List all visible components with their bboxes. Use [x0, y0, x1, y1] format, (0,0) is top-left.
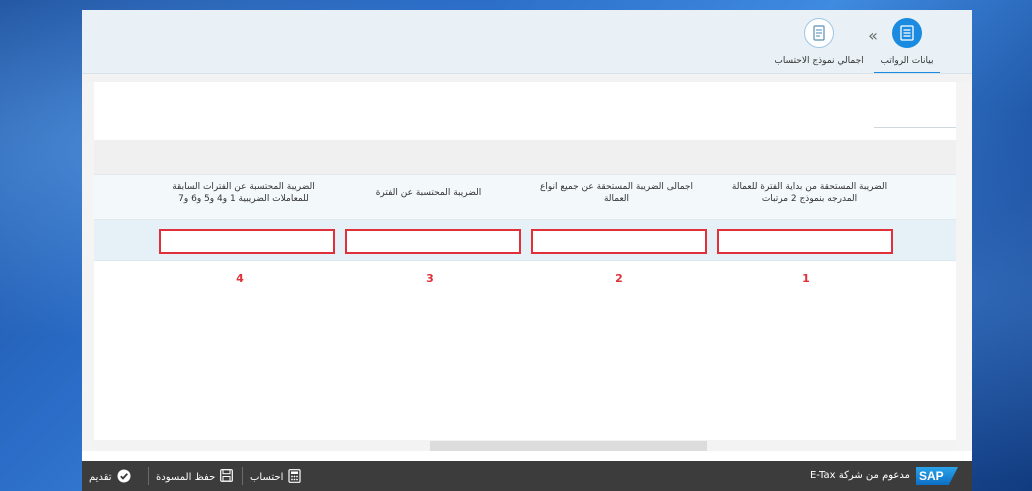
column-number-3: 3: [426, 272, 434, 285]
column-1-input[interactable]: [717, 229, 893, 254]
table-input-row: [94, 219, 956, 261]
column-number-2: 2: [615, 272, 623, 285]
form-content: الضريبة المستحقة من بداية الفترة للعمالة…: [94, 82, 956, 451]
column-2-input[interactable]: [531, 229, 707, 254]
column-header-4: الضريبة المحتسبة عن الفترات السابقة للمع…: [172, 182, 315, 204]
sap-logo: SAP: [916, 467, 958, 485]
step-calculation-summary[interactable]: اجمالي نموذج الاحتساب: [764, 18, 874, 73]
column-header-2: اجمالى الضريبة المستحقة عن جميع انواع ال…: [539, 182, 693, 204]
table-header-row: الضريبة المستحقة من بداية الفترة للعمالة…: [94, 174, 956, 220]
list-icon: [892, 18, 922, 48]
wizard-header: بيانات الرواتب « اجمالي نموذج الاحتساب: [82, 10, 972, 74]
footer-separator: [242, 467, 243, 485]
save-draft-label: حفظ المسودة: [156, 471, 216, 483]
scrollbar-thumb[interactable]: [430, 441, 707, 451]
column-number-4: 4: [236, 272, 244, 285]
powered-by-text: مدعوم من شركة E-Tax: [810, 470, 910, 481]
save-draft-button[interactable]: حفظ المسودة: [156, 469, 234, 485]
right-gutter: [956, 82, 972, 451]
column-3-input[interactable]: [345, 229, 521, 254]
column-4-input[interactable]: [159, 229, 335, 254]
document-icon: [804, 18, 834, 48]
calculate-button[interactable]: احتساب: [250, 468, 301, 486]
left-gutter: [82, 82, 94, 451]
column-header-1: الضريبة المستحقة من بداية الفترة للعمالة…: [731, 182, 888, 204]
header-strip: [82, 74, 972, 82]
calculator-icon: [288, 468, 301, 486]
submit-button[interactable]: تقديم: [89, 469, 131, 485]
app-window: بيانات الرواتب « اجمالي نموذج الاحتساب ا…: [82, 10, 972, 491]
divider-line: [874, 127, 956, 128]
footer-separator: [148, 467, 149, 485]
submit-label: تقديم: [89, 471, 112, 483]
save-icon: [220, 469, 234, 485]
calculate-label: احتساب: [250, 471, 284, 483]
column-header-3: الضريبة المحتسبة عن الفترة: [375, 188, 482, 198]
step-label: اجمالي نموذج الاحتساب: [774, 56, 864, 66]
check-circle-icon: [117, 469, 131, 486]
footer-bar: تقديم حفظ المسودة احتساب مدعوم من شركة E…: [82, 461, 972, 491]
column-number-1: 1: [802, 272, 810, 285]
section-band: [94, 140, 956, 174]
